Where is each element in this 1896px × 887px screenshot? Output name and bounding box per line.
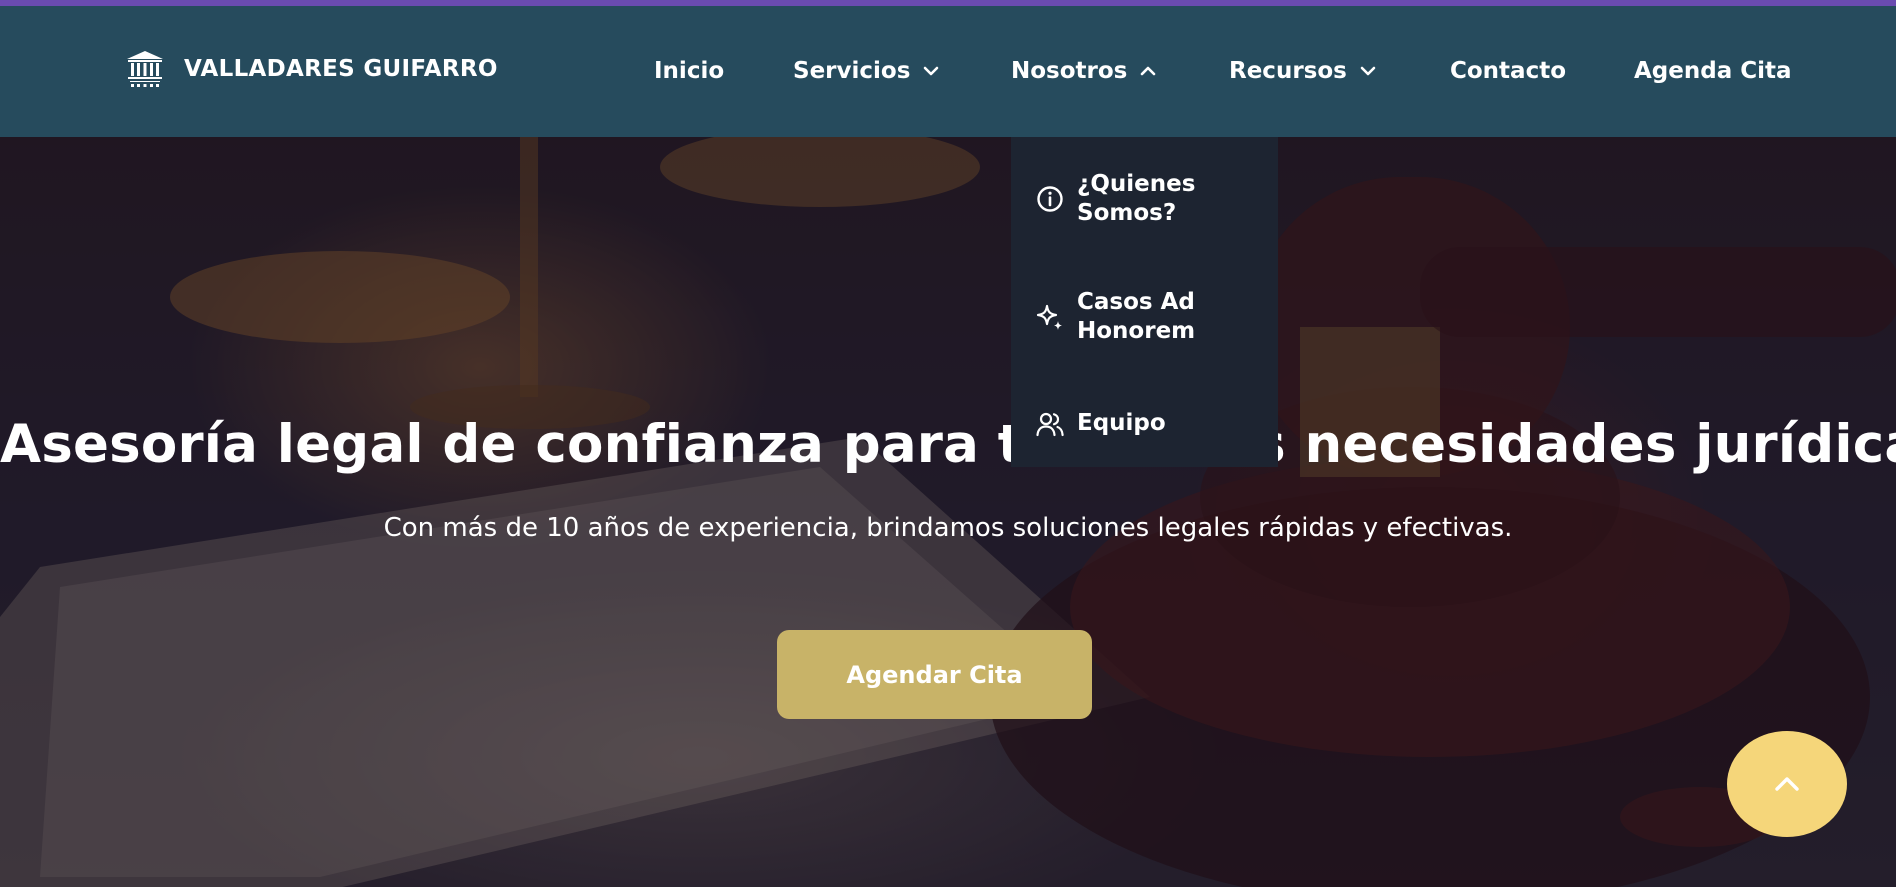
dropdown-item-quienes-somos[interactable]: ¿Quienes Somos? [1011,167,1278,231]
hero-section: Asesoría legal de confianza para todas s… [0,137,1896,887]
nav-item-recursos[interactable]: Recursos [1229,58,1377,84]
nav-item-inicio[interactable]: Inicio [654,58,724,84]
page: VALLADARES GUIFARRO Inicio Servicios Nos… [0,0,1896,887]
dropdown-item-equipo[interactable]: Equipo [1011,399,1278,449]
nav-item-label: Agenda Cita [1634,58,1792,84]
top-accent-strip [0,0,1896,6]
sparkles-icon [1036,304,1062,330]
users-icon [1036,412,1064,437]
nav-item-agenda-cita[interactable]: Agenda Cita [1634,58,1792,84]
chevron-up-icon [1775,777,1799,791]
dropdown-item-label: Equipo [1077,410,1166,436]
nav-item-label: Inicio [654,58,725,84]
dropdown-item-label: Casos Ad Honorem [1077,289,1196,344]
nav-item-servicios[interactable]: Servicios [793,58,940,84]
site-header: VALLADARES GUIFARRO Inicio Servicios Nos… [0,6,1896,137]
scroll-to-top-button[interactable] [1727,731,1847,837]
dropdown-item-casos-ad-honorem[interactable]: Casos Ad Honorem [1011,285,1278,349]
chevron-down-icon [1360,66,1376,76]
chevron-up-icon [1141,66,1156,76]
nav-item-label: Contacto [1450,58,1566,84]
nav-item-contacto[interactable]: Contacto [1450,58,1566,84]
nav-item-nosotros[interactable]: Nosotros [1011,58,1157,84]
hero-dark-overlay [0,137,1896,887]
nav-item-label: Nosotros [1011,58,1128,84]
agendar-cita-button[interactable]: Agendar Cita [777,630,1092,719]
main-nav: Inicio Servicios Nosotros Recursos Conta… [0,6,1896,137]
nav-item-label: Recursos [1229,58,1347,84]
info-icon [1037,186,1063,212]
nav-item-label: Servicios [793,58,911,84]
nosotros-dropdown-menu: ¿Quienes Somos? Casos Ad Honorem Equipo [1011,137,1278,467]
hero-subtitle: Con más de 10 años de experiencia, brind… [383,513,1513,543]
chevron-down-icon [924,66,939,76]
hero-title: Asesoría legal de confianza para todas s… [0,414,1896,475]
dropdown-item-label: ¿Quienes Somos? [1077,171,1196,226]
